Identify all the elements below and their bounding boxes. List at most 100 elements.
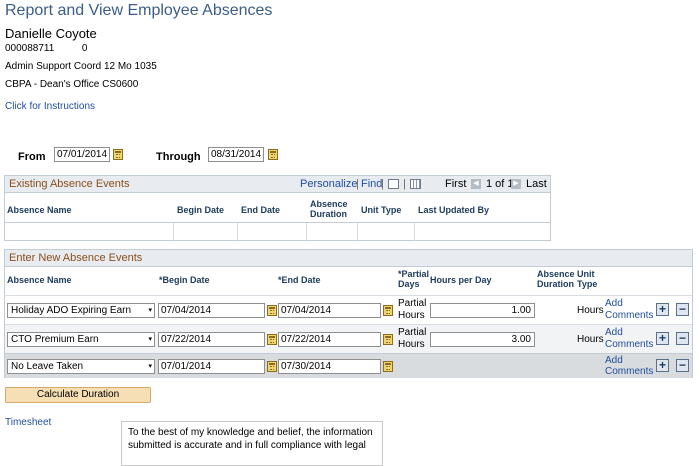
- absence-name-select[interactable]: No Leave Taken ▾: [7, 359, 155, 374]
- add-comments-link[interactable]: Add Comments: [605, 355, 653, 377]
- nav-first-label: First: [445, 178, 467, 190]
- end-date-input[interactable]: 07/22/2014: [278, 332, 381, 347]
- unit-type-value: Hours: [577, 334, 604, 345]
- from-date-input[interactable]: 07/01/2014: [54, 147, 110, 162]
- add-comments-link[interactable]: Add Comments: [605, 298, 653, 322]
- absence-name-value: Holiday ADO Expiring Earn: [11, 305, 132, 316]
- begin-date-input[interactable]: 07/22/2014: [158, 332, 265, 347]
- col-unit-type-new-line1: Unit: [577, 269, 595, 279]
- col-new-absence-name: Absence Name: [7, 275, 72, 285]
- through-label: Through: [156, 151, 201, 163]
- employee-name: Danielle Coyote: [5, 26, 97, 41]
- dropdown-arrow-icon: ▾: [148, 307, 152, 314]
- existing-grid-column-header: Absence Name Begin Date End Date Absence…: [5, 193, 550, 223]
- existing-absence-grid: Existing Absence Events Personalize | Fi…: [4, 175, 551, 241]
- through-calendar-icon[interactable]: [268, 149, 278, 160]
- department-line: CBPA - Dean's Office CS0600: [5, 79, 138, 90]
- new-grid-column-header: Absence Name *Begin Date *End Date *Part…: [5, 267, 692, 293]
- add-comments-line2: Comments: [605, 339, 654, 350]
- hours-per-day-input[interactable]: 1.00: [430, 303, 535, 318]
- dropdown-arrow-icon: ▾: [148, 336, 152, 343]
- employee-record: 0: [81, 43, 88, 54]
- col-absence-duration-line1: Absence: [310, 199, 348, 209]
- end-date-input[interactable]: 07/04/2014: [278, 303, 381, 318]
- col-partial-days: *Partial Days: [398, 269, 429, 289]
- table-row: Holiday ADO Expiring Earn ▾ 07/04/2014 0…: [5, 295, 692, 324]
- add-comments-line1: Add: [605, 355, 623, 366]
- partial-days-line2: Hours: [398, 339, 425, 350]
- end-calendar-icon[interactable]: [383, 361, 393, 372]
- begin-date-input[interactable]: 07/04/2014: [158, 303, 265, 318]
- department: CBPA - Dean's Office: [5, 79, 100, 90]
- col-unit-type-new: Unit Type: [577, 269, 597, 289]
- begin-calendar-icon[interactable]: [267, 361, 277, 372]
- download-grid-icon[interactable]: [410, 179, 421, 189]
- partial-days-value: Partial Hours: [398, 327, 426, 351]
- end-date-input[interactable]: 07/30/2014: [278, 359, 381, 374]
- col-new-end-date: *End Date: [278, 275, 321, 285]
- add-comments-line2: Comments: [605, 366, 654, 377]
- partial-days-value: Partial Hours: [398, 298, 426, 322]
- add-row-button[interactable]: +: [656, 303, 669, 316]
- delete-row-button[interactable]: −: [676, 359, 689, 372]
- begin-calendar-icon[interactable]: [267, 305, 277, 316]
- dropdown-arrow-icon: ▾: [148, 363, 152, 370]
- from-calendar-icon[interactable]: [113, 149, 123, 160]
- find-link[interactable]: Find: [361, 176, 382, 193]
- personalize-link[interactable]: Personalize: [300, 176, 357, 193]
- col-last-updated-by: Last Updated By: [418, 205, 490, 215]
- nav-next-icon[interactable]: ▶: [511, 179, 521, 189]
- delete-row-button[interactable]: −: [676, 303, 689, 316]
- calculate-duration-button[interactable]: Calculate Duration: [5, 387, 151, 403]
- col-new-begin-date: *Begin Date: [159, 275, 210, 285]
- absence-name-select[interactable]: Holiday ADO Expiring Earn ▾: [7, 303, 155, 318]
- col-partial-days-line2: Days: [398, 279, 420, 289]
- new-grid-header: Enter New Absence Events: [5, 250, 692, 267]
- end-calendar-icon[interactable]: [383, 334, 393, 345]
- timesheet-link[interactable]: Timesheet: [5, 417, 51, 428]
- employee-id-line: 000088711 0: [5, 43, 87, 54]
- view-all-icon[interactable]: [388, 179, 399, 189]
- partial-days-line2: Hours: [398, 310, 425, 321]
- employee-id: 000088711: [5, 43, 55, 54]
- hours-per-day-input[interactable]: 3.00: [430, 332, 535, 347]
- certification-line1: To the best of my knowledge and belief, …: [128, 427, 373, 438]
- delete-row-button[interactable]: −: [676, 332, 689, 345]
- add-row-button[interactable]: +: [656, 359, 669, 372]
- add-comments-link[interactable]: Add Comments: [605, 327, 653, 351]
- end-calendar-icon[interactable]: [383, 305, 393, 316]
- page-title: Report and View Employee Absences: [5, 2, 273, 19]
- new-grid-title: Enter New Absence Events: [9, 252, 143, 264]
- col-hours-per-day: Hours per Day: [430, 275, 492, 285]
- col-absence-duration-new-line2: Duration: [537, 279, 574, 289]
- add-row-button[interactable]: +: [656, 332, 669, 345]
- add-comments-line1: Add: [605, 298, 623, 309]
- timesheet-certification-box: To the best of my knowledge and belief, …: [121, 421, 383, 466]
- nav-last-label: Last: [526, 178, 547, 190]
- add-comments-line2: Comments: [605, 310, 654, 321]
- add-comments-line1: Add: [605, 327, 623, 338]
- absence-name-value: CTO Premium Earn: [11, 334, 99, 345]
- job-code: 1035: [134, 61, 157, 72]
- partial-days-line1: Partial: [398, 298, 427, 309]
- col-absence-name: Absence Name: [7, 205, 72, 215]
- through-date-input[interactable]: 08/31/2014: [208, 147, 264, 162]
- nav-range: 1 of 1: [486, 178, 514, 190]
- absence-name-select[interactable]: CTO Premium Earn ▾: [7, 332, 155, 347]
- existing-grid-title: Existing Absence Events: [9, 178, 130, 190]
- unit-type-value: Hours: [577, 305, 604, 316]
- job-line: Admin Support Coord 12 Mo 1035: [5, 61, 157, 72]
- from-label: From: [18, 151, 46, 163]
- col-absence-duration-new: Absence Duration: [537, 269, 575, 289]
- dept-code: CS0600: [102, 79, 139, 90]
- nav-prev-icon[interactable]: ◀: [471, 179, 481, 189]
- col-end-date: End Date: [241, 205, 281, 215]
- existing-grid-header: Existing Absence Events Personalize | Fi…: [5, 176, 550, 193]
- col-absence-duration: Absence Duration: [310, 199, 348, 219]
- begin-calendar-icon[interactable]: [267, 334, 277, 345]
- table-row: CTO Premium Earn ▾ 07/22/2014 07/22/2014…: [5, 324, 692, 353]
- instructions-link[interactable]: Click for Instructions: [5, 101, 95, 112]
- col-partial-days-line1: *Partial: [398, 269, 430, 279]
- col-unit-type-new-line2: Type: [577, 279, 598, 289]
- begin-date-input[interactable]: 07/01/2014: [158, 359, 265, 374]
